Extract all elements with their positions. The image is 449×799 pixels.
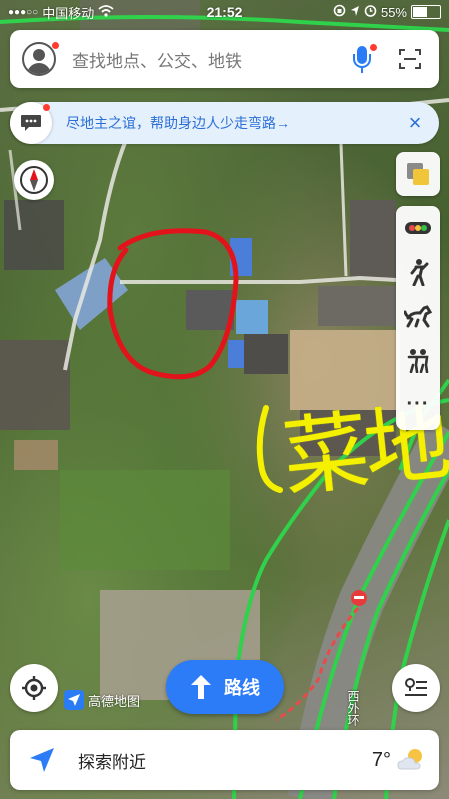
alarm-icon: [364, 4, 377, 20]
location-arrow-icon: [350, 5, 360, 20]
building: [0, 340, 70, 430]
route-arrow-icon: [190, 674, 212, 700]
search-input[interactable]: 查找地点、公交、地铁: [72, 47, 347, 72]
temperature: 7°: [371, 748, 391, 771]
saved-places-icon[interactable]: [392, 664, 440, 712]
carrier-label: 中国移动: [42, 5, 95, 21]
building: [318, 286, 398, 326]
layers-icon[interactable]: [396, 152, 440, 196]
user-avatar-icon[interactable]: [22, 42, 56, 76]
battery-level: [413, 7, 428, 17]
walk-icon[interactable]: [396, 250, 440, 294]
send-arrow-icon: [22, 740, 62, 780]
battery-percent: 55%: [380, 4, 407, 20]
scan-icon[interactable]: [393, 42, 427, 76]
partly-cloudy-icon: [395, 745, 429, 775]
notice-banner[interactable]: 尽地主之谊，帮助身边人少走弯路→ ×: [10, 102, 439, 144]
route-button[interactable]: 路线: [166, 660, 284, 714]
building: [186, 290, 234, 330]
battery-icon: [411, 5, 441, 19]
locate-me-icon[interactable]: [10, 664, 58, 712]
building-roof: [228, 340, 244, 368]
compass-icon[interactable]: [14, 160, 54, 200]
status-left: ●●●○○ 中国移动: [8, 3, 114, 22]
message-badge-dot: [43, 104, 50, 111]
rotation-lock-icon: [333, 4, 346, 20]
more-icon[interactable]: ···: [396, 382, 440, 426]
building: [244, 334, 288, 374]
signal-indicator: ●●●○○: [8, 6, 39, 18]
building-roof: [236, 300, 268, 334]
traffic-icon[interactable]: [396, 206, 440, 250]
message-icon[interactable]: [10, 102, 52, 144]
notice-text[interactable]: 尽地主之谊，帮助身边人少走弯路→: [66, 113, 401, 133]
amap-logo-icon: [64, 690, 84, 710]
explore-nearby-bar[interactable]: 探索附近 7°: [10, 730, 439, 790]
status-right: 55%: [333, 4, 441, 20]
route-label: 路线: [224, 678, 260, 698]
road-label: 西外环: [346, 690, 360, 726]
field: [60, 470, 230, 570]
logo-text: 高德地图: [88, 693, 141, 709]
building: [14, 440, 58, 470]
avatar-badge-dot: [52, 42, 59, 49]
map-tools-panel: ···: [396, 206, 440, 430]
people-icon[interactable]: [396, 338, 440, 382]
search-bar[interactable]: 查找地点、公交、地铁: [10, 30, 439, 88]
app-logo: 高德地图: [64, 690, 140, 710]
close-icon[interactable]: ×: [401, 109, 429, 137]
wifi-icon: [98, 4, 114, 20]
building: [350, 200, 396, 280]
building: [4, 200, 64, 270]
mic-badge-dot: [370, 44, 377, 51]
status-time: 21:52: [206, 4, 243, 20]
horse-icon[interactable]: [396, 294, 440, 338]
status-bar: ●●●○○ 中国移动 21:52 55%: [0, 0, 449, 24]
explore-nearby-label[interactable]: 探索附近: [78, 748, 372, 773]
